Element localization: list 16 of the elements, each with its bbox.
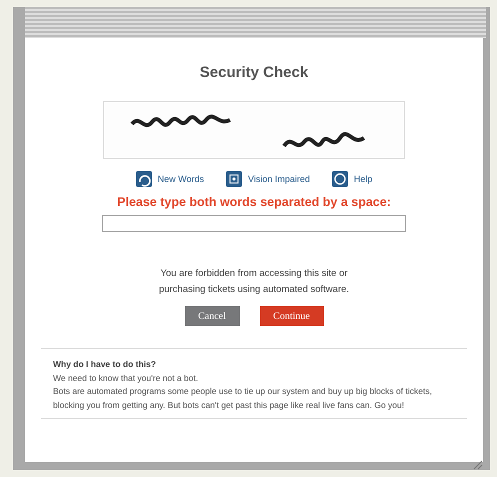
captcha-link[interactable]: New Words xyxy=(136,171,204,187)
square-icon xyxy=(226,171,242,187)
notice-text: You are forbidden from accessing this site or purchasing tickets using automated software. xyxy=(158,267,350,297)
refresh-icon xyxy=(136,171,152,187)
continue-button[interactable]: Continue xyxy=(260,306,324,326)
dialog-title: Security Check xyxy=(200,64,308,81)
prompt-text: Please type both words separated by a space: xyxy=(117,195,391,209)
help-icon xyxy=(332,171,348,187)
captcha-link[interactable]: Vision Impaired xyxy=(226,171,310,187)
cancel-button[interactable]: Cancel xyxy=(184,306,240,326)
faq-text: Bots are automated programs some people use to tie up our system and buy up big blocks of tickets, blocking you from getting any. But bots can't get past this page like real live fans can. Go you! xyxy=(53,385,433,412)
captcha-link[interactable]: Help xyxy=(332,171,372,187)
faq-text: We need to know that you're not a bot. xyxy=(53,372,200,385)
resize-grip-icon[interactable] xyxy=(473,460,483,470)
faq-heading: Why do I have to do this? xyxy=(53,358,157,371)
answer-field[interactable] xyxy=(102,215,406,232)
